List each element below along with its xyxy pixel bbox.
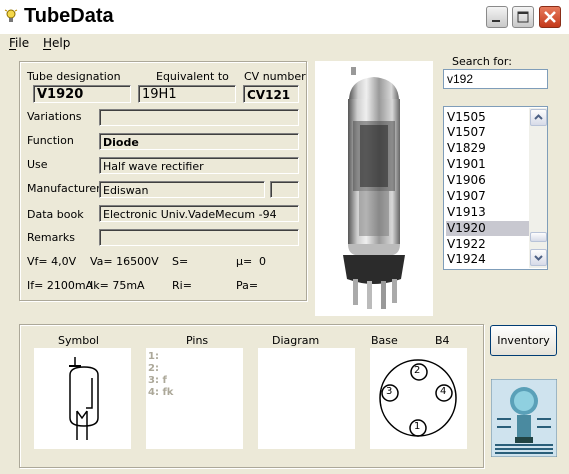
pin-item: 3: f bbox=[148, 375, 167, 386]
list-item[interactable]: V1507 bbox=[446, 125, 529, 140]
pin-item: 2: bbox=[148, 363, 159, 374]
mu-value: 0 bbox=[259, 255, 266, 268]
symbol-panel bbox=[34, 348, 131, 449]
help-accel-underline bbox=[43, 49, 51, 50]
base-pin-number: 1 bbox=[414, 421, 421, 432]
use-field: Half wave rectifier bbox=[99, 157, 299, 174]
pin-item: 1: bbox=[148, 351, 159, 362]
ri-value: Ri= bbox=[172, 279, 192, 292]
base-pinout-icon bbox=[379, 359, 457, 437]
chevron-down-icon bbox=[534, 255, 543, 261]
list-item[interactable]: V1906 bbox=[446, 173, 529, 188]
designation-field: V1920 bbox=[33, 85, 131, 103]
scroll-thumb[interactable] bbox=[530, 232, 547, 242]
menu-bar bbox=[0, 34, 569, 54]
list-item[interactable]: V1924 bbox=[446, 252, 529, 267]
base-pin-number: 3 bbox=[386, 386, 393, 397]
inventory-label: Inventory bbox=[497, 334, 550, 347]
lightbulb-icon bbox=[4, 9, 18, 22]
list-item[interactable]: V1907 bbox=[446, 189, 529, 204]
menu-help[interactable]: Help bbox=[43, 36, 70, 50]
symbol-label: Symbol bbox=[58, 334, 99, 347]
tube-list[interactable]: V1505 V1507 V1829 V1901 V1906 V1907 V191… bbox=[443, 106, 548, 270]
ik-value: Ik= 75mA bbox=[90, 279, 145, 292]
function-label: Function bbox=[27, 134, 74, 147]
function-field: Diode bbox=[99, 133, 299, 150]
equivalent-field: 19H1 bbox=[138, 85, 236, 103]
file-accel-underline bbox=[9, 49, 16, 50]
minimize-button[interactable] bbox=[486, 6, 508, 28]
scroll-up-button[interactable] bbox=[530, 109, 547, 126]
base-type: B4 bbox=[435, 334, 450, 347]
list-item[interactable]: V1505 bbox=[446, 110, 529, 125]
s-value: S= bbox=[172, 255, 189, 268]
pins-panel: 1: 2: 3: f 4: fk bbox=[146, 348, 243, 449]
pin-item: 4: fk bbox=[148, 387, 174, 398]
diode-symbol-icon bbox=[69, 357, 99, 440]
databook-field: Electronic Univ.VadeMecum -94 bbox=[99, 205, 299, 222]
diagram-label: Diagram bbox=[272, 334, 320, 347]
list-item[interactable]: V1901 bbox=[446, 157, 529, 172]
close-button[interactable] bbox=[539, 6, 561, 28]
variations-label: Variations bbox=[27, 110, 82, 123]
cv-field: CV121 bbox=[243, 85, 299, 103]
base-pin-number: 4 bbox=[440, 386, 447, 397]
variations-field bbox=[99, 109, 299, 126]
diagram-panel bbox=[258, 348, 355, 449]
pins-label: Pins bbox=[186, 334, 209, 347]
mu-label: µ= bbox=[236, 255, 253, 268]
close-icon bbox=[544, 11, 556, 23]
manufacturer-field: Ediswan bbox=[99, 181, 265, 198]
menu-file[interactable]: File bbox=[9, 36, 29, 50]
if-value: If= 2100mA bbox=[27, 279, 94, 292]
base-pin-number: 2 bbox=[414, 365, 421, 376]
vf-value: Vf= 4,0V bbox=[27, 255, 77, 268]
inventory-button[interactable]: Inventory bbox=[490, 325, 557, 356]
tube-photo bbox=[315, 61, 433, 316]
base-panel: 2 3 4 1 bbox=[370, 348, 467, 449]
base-label: Base bbox=[371, 334, 398, 347]
list-item[interactable]: V1829 bbox=[446, 141, 529, 156]
manufacturer-extra-field bbox=[270, 181, 299, 198]
chevron-up-icon bbox=[534, 114, 543, 120]
remarks-field bbox=[99, 229, 299, 246]
manufacturer-label: Manufacturer bbox=[27, 182, 101, 195]
minimize-icon bbox=[492, 20, 500, 22]
app-logo bbox=[491, 379, 557, 457]
equivalent-label: Equivalent to bbox=[156, 70, 229, 83]
list-scrollbar[interactable] bbox=[529, 108, 547, 268]
list-item[interactable]: V1913 bbox=[446, 205, 529, 220]
scroll-down-button[interactable] bbox=[530, 249, 547, 266]
va-value: Va= 16500V bbox=[90, 255, 159, 268]
cv-label: CV number bbox=[244, 70, 306, 83]
use-label: Use bbox=[27, 158, 48, 171]
maximize-button[interactable] bbox=[512, 6, 534, 28]
remarks-label: Remarks bbox=[27, 231, 75, 244]
list-item-selected[interactable]: V1920 bbox=[446, 221, 529, 236]
window-title: TubeData bbox=[24, 5, 114, 27]
list-item[interactable]: V1922 bbox=[446, 237, 529, 252]
search-label: Search for: bbox=[452, 55, 512, 68]
maximize-icon bbox=[517, 11, 529, 23]
search-input[interactable] bbox=[443, 69, 548, 89]
databook-label: Data book bbox=[27, 208, 84, 221]
pa-value: Pa= bbox=[236, 279, 259, 292]
designation-label: Tube designation bbox=[27, 70, 121, 83]
